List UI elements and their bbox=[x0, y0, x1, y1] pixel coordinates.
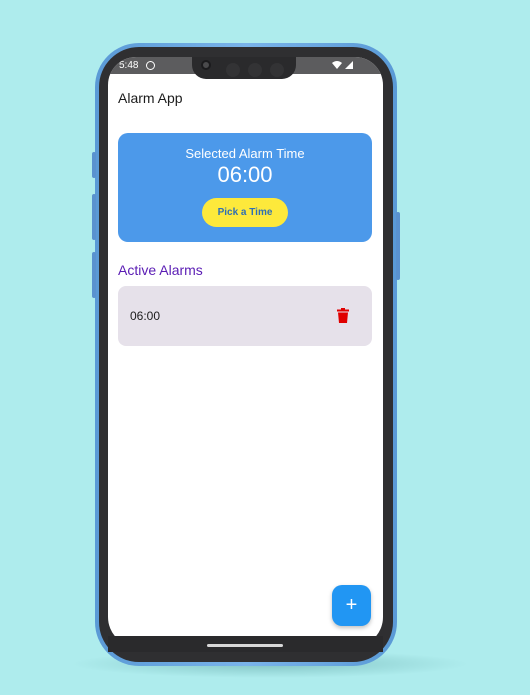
home-indicator[interactable] bbox=[207, 644, 283, 647]
volume-button-lower bbox=[92, 252, 96, 298]
front-camera-icon bbox=[201, 60, 211, 70]
volume-up-button bbox=[92, 152, 96, 178]
app-title: Alarm App bbox=[118, 90, 183, 106]
app-screen: 5:48 Alarm App Selected Alarm Time 06:00… bbox=[108, 57, 383, 647]
selected-alarm-time: 06:00 bbox=[217, 162, 273, 187]
alarm-list-item[interactable]: 06:00 bbox=[118, 286, 372, 346]
sensor-2 bbox=[248, 63, 262, 77]
pick-time-button[interactable]: Pick a Time bbox=[202, 198, 288, 227]
selected-alarm-label: Selected Alarm Time bbox=[185, 146, 305, 161]
active-alarms-title: Active Alarms bbox=[118, 262, 203, 278]
alarm-time: 06:00 bbox=[130, 309, 161, 323]
volume-down-button bbox=[92, 194, 96, 240]
power-button bbox=[396, 212, 400, 280]
wifi-icon bbox=[332, 61, 342, 69]
selected-alarm-card: Selected Alarm Time 06:00 Pick a Time bbox=[118, 133, 372, 242]
add-alarm-button[interactable]: + bbox=[332, 585, 371, 626]
status-time: 5:48 bbox=[119, 60, 139, 71]
sensor-1 bbox=[226, 63, 240, 77]
sensor-3 bbox=[270, 63, 284, 77]
signal-icon bbox=[345, 61, 353, 69]
status-bar: 5:48 bbox=[108, 57, 383, 79]
notification-icon bbox=[146, 61, 155, 70]
status-right-icons bbox=[331, 60, 355, 73]
camera-notch bbox=[192, 57, 296, 79]
trash-icon[interactable] bbox=[337, 308, 349, 323]
